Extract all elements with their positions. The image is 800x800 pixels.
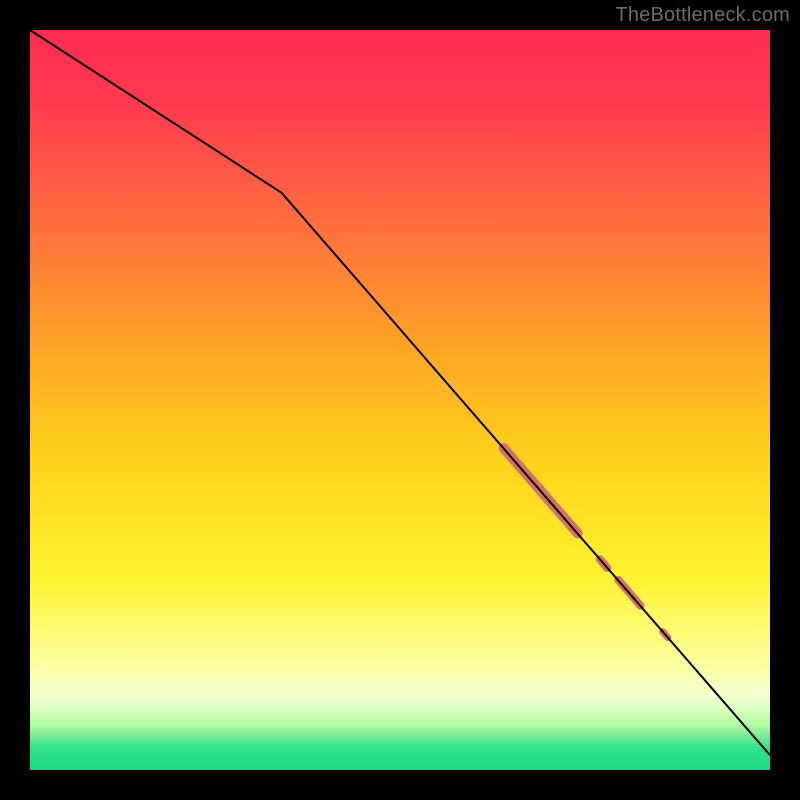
bottleneck-chart [0, 0, 800, 800]
plot-background [30, 30, 770, 770]
chart-frame: TheBottleneck.com [0, 0, 800, 800]
watermark-text: TheBottleneck.com [615, 4, 790, 27]
